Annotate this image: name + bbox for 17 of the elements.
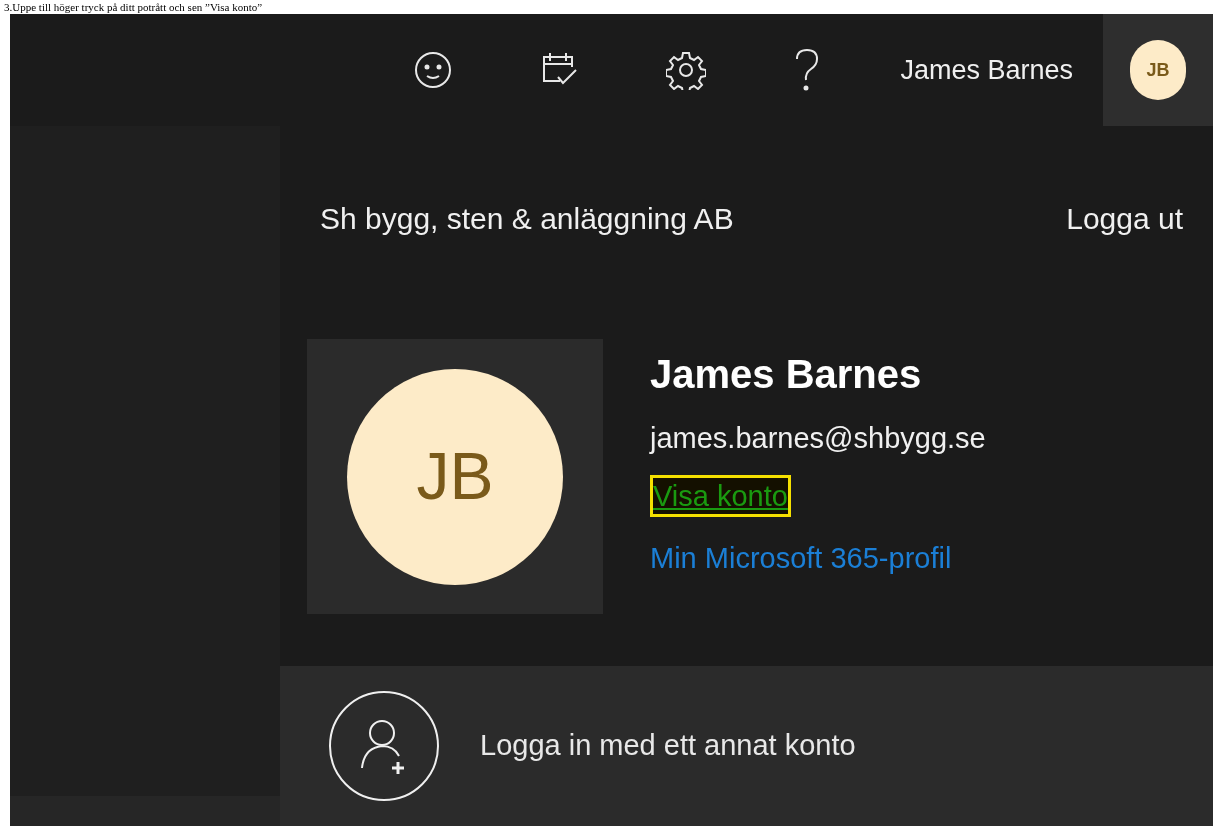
- organization-name: Sh bygg, sten & anläggning AB: [320, 201, 734, 237]
- profile-name: James Barnes: [650, 351, 922, 398]
- email-text: james.barnes@shbygg.se: [650, 421, 986, 456]
- other-account-text: Logga in med ett annat konto: [480, 728, 856, 764]
- profile-link[interactable]: Min Microsoft 365-profil: [650, 536, 952, 581]
- add-person-icon: [328, 690, 440, 802]
- other-account-row[interactable]: Logga in med ett annat konto: [280, 666, 1213, 826]
- avatar-initials: JB: [347, 368, 563, 585]
- user-name: James Barnes: [900, 53, 1073, 87]
- smiley-icon[interactable]: [414, 51, 453, 89]
- highlighted-link[interactable]: Visa konto: [650, 474, 791, 517]
- sign-out-link[interactable]: Logga ut: [1066, 196, 1183, 241]
- help-icon[interactable]: [794, 48, 821, 92]
- settings-icon[interactable]: [666, 50, 707, 90]
- avatar-initials: JB: [1130, 40, 1186, 100]
- avatar-button[interactable]: JB: [1103, 14, 1213, 126]
- caption-text: 3.Uppe till höger tryck på ditt potrått och sen ”Visa konto”: [4, 1, 263, 13]
